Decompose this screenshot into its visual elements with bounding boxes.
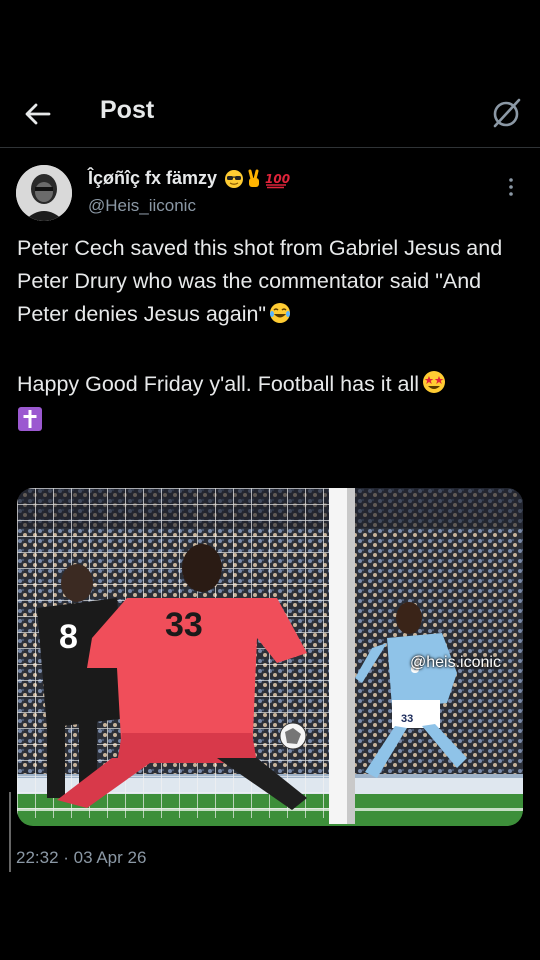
defender-number: 8 — [59, 618, 78, 656]
keeper-number: 33 — [165, 606, 203, 644]
media-watermark: @heis.iconic — [410, 654, 501, 671]
author-name-row[interactable]: Îçøñîç fx fämzy 100 — [88, 168, 290, 189]
tears-of-joy-emoji — [270, 303, 291, 323]
back-arrow-icon — [25, 103, 51, 125]
striker-number: 33 — [401, 713, 413, 725]
tweet-paragraph: Happy Good Friday y'all. Football has it… — [17, 368, 527, 442]
edge-divider — [9, 792, 11, 872]
tweet-paragraph: Peter Cech saved this shot from Gabriel … — [17, 236, 503, 326]
page-title: Post — [100, 96, 155, 124]
back-button[interactable] — [22, 98, 54, 130]
football — [279, 722, 307, 750]
latin-cross-emoji — [18, 407, 42, 431]
top-bar: Post — [0, 80, 540, 148]
grok-button[interactable] — [490, 96, 524, 130]
author-handle[interactable]: @Heis_iiconic — [88, 196, 196, 216]
svg-text:100: 100 — [265, 172, 290, 186]
avatar[interactable] — [16, 165, 72, 221]
hundred-emoji: 100 — [265, 172, 290, 189]
grok-slash-icon — [493, 98, 521, 128]
star-struck-emoji — [423, 371, 446, 393]
post-timestamp[interactable]: 22:32 · 03 Apr 26 — [16, 848, 146, 868]
tweet-text: Peter Cech saved this shot from Gabriel … — [17, 232, 527, 442]
victory-hand-emoji — [248, 169, 260, 188]
more-button[interactable] — [500, 176, 522, 198]
author-name: Îçøñîç fx fämzy — [88, 168, 218, 188]
sunglasses-emoji — [225, 170, 244, 189]
more-icon — [509, 178, 513, 196]
